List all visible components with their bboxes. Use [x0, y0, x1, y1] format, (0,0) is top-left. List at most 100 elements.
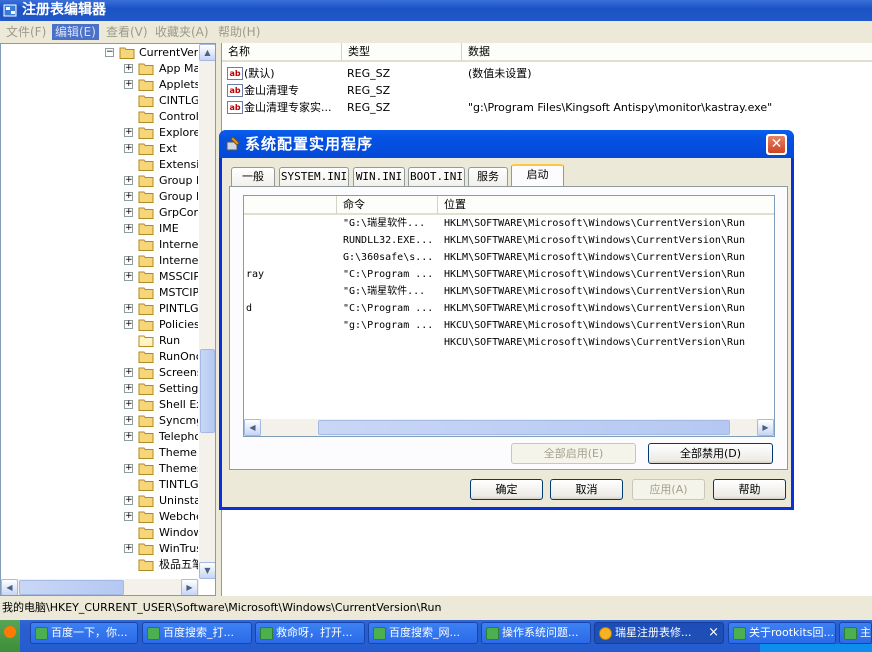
- cancel-button[interactable]: 取消: [550, 479, 623, 500]
- tree-horizontal-scrollbar[interactable]: ◀ ▶: [1, 579, 199, 595]
- tree-item[interactable]: Extensic: [1, 157, 198, 173]
- taskbar-item[interactable]: 百度搜索_打...: [142, 622, 252, 644]
- value-row[interactable]: ab (默认) REG_SZ (数值未设置): [222, 65, 822, 82]
- tree-item[interactable]: + WinTrus: [1, 541, 198, 557]
- expand-icon[interactable]: +: [124, 224, 133, 233]
- tab-services[interactable]: 服务: [468, 167, 508, 186]
- column-header-data[interactable]: 数据: [462, 43, 872, 62]
- column-header-name[interactable]: 名称: [222, 43, 342, 62]
- expand-icon[interactable]: +: [124, 208, 133, 217]
- taskbar-item[interactable]: 百度搜索_网...: [368, 622, 478, 644]
- tree-item[interactable]: + Themes: [1, 461, 198, 477]
- column-header-type[interactable]: 类型: [342, 43, 462, 62]
- tab-general[interactable]: 一般: [231, 167, 275, 186]
- startup-horizontal-scrollbar[interactable]: ◀ ▶: [244, 419, 774, 436]
- startup-hscroll-thumb[interactable]: [318, 420, 730, 435]
- scroll-right-icon[interactable]: ▶: [757, 419, 774, 436]
- ok-button[interactable]: 确定: [470, 479, 543, 500]
- expand-icon[interactable]: +: [124, 496, 133, 505]
- registry-tree[interactable]: − CurrentVers + App Mar + Applets CINTLGI Con…: [0, 43, 216, 596]
- tree-item[interactable]: Window: [1, 525, 198, 541]
- taskbar-item-active[interactable]: 瑞星注册表修... ×: [594, 622, 724, 644]
- tree-item-currentversion[interactable]: − CurrentVers: [1, 45, 198, 61]
- column-header-item[interactable]: [244, 196, 337, 215]
- expand-icon[interactable]: +: [124, 176, 133, 185]
- tree-item[interactable]: + Policies: [1, 317, 198, 333]
- tree-item[interactable]: + Ext: [1, 141, 198, 157]
- scroll-down-icon[interactable]: ▼: [199, 562, 215, 579]
- tree-item[interactable]: + IME: [1, 221, 198, 237]
- tree-item[interactable]: TINTLGI: [1, 477, 198, 493]
- tree-item[interactable]: + Applets: [1, 77, 198, 93]
- startup-list[interactable]: 命令 位置 "G:\瑞星软件... HKLM\SOFTWARE\Microsoft…: [243, 195, 775, 437]
- taskbar-item[interactable]: 关于rootkits回...: [728, 622, 836, 644]
- column-header-command[interactable]: 命令: [337, 196, 438, 215]
- expand-icon[interactable]: +: [124, 512, 133, 521]
- expand-icon[interactable]: +: [124, 80, 133, 89]
- startup-row[interactable]: "G:\瑞星软件... HKLM\SOFTWARE\Microsoft\Windo…: [244, 283, 774, 300]
- expand-icon[interactable]: +: [124, 544, 133, 553]
- startup-row[interactable]: "G:\瑞星软件... HKLM\SOFTWARE\Microsoft\Windo…: [244, 215, 774, 232]
- column-header-location[interactable]: 位置: [438, 196, 774, 215]
- tree-item[interactable]: Controls: [1, 109, 198, 125]
- title-bar[interactable]: 注册表编辑器: [0, 0, 872, 21]
- tree-vscroll-thumb[interactable]: [200, 349, 215, 433]
- tree-item[interactable]: + Explorer: [1, 125, 198, 141]
- value-row[interactable]: ab 金山清理专 REG_SZ: [222, 82, 822, 99]
- startup-row[interactable]: ray "C:\Program ... HKLM\SOFTWARE\Microsof…: [244, 266, 774, 283]
- dialog-title-bar[interactable]: 系统配置实用程序 ✕: [219, 130, 794, 158]
- scroll-left-icon[interactable]: ◀: [1, 579, 18, 595]
- startup-row[interactable]: "g:\Program ... HKCU\SOFTWARE\Microsoft\W…: [244, 317, 774, 334]
- expand-icon[interactable]: +: [124, 256, 133, 265]
- menu-file[interactable]: 文件(F): [3, 24, 49, 40]
- taskbar-item[interactable]: 操作系统问题...: [481, 622, 591, 644]
- tree-hscroll-thumb[interactable]: [19, 580, 124, 595]
- tree-item[interactable]: + GrpConv: [1, 205, 198, 221]
- tree-vertical-scrollbar[interactable]: ▲ ▼: [199, 44, 215, 579]
- startup-row[interactable]: HKCU\SOFTWARE\Microsoft\Windows\CurrentV…: [244, 334, 774, 351]
- tree-item[interactable]: + Telepho: [1, 429, 198, 445]
- value-row[interactable]: ab 金山清理专家实... REG_SZ "g:\Program Files\K…: [222, 99, 822, 116]
- scroll-right-icon[interactable]: ▶: [181, 579, 198, 595]
- dialog-close-button[interactable]: ✕: [766, 134, 787, 155]
- tree-item[interactable]: + Shell Ext: [1, 397, 198, 413]
- tree-item[interactable]: + Screens: [1, 365, 198, 381]
- expand-icon[interactable]: +: [124, 384, 133, 393]
- tree-item[interactable]: + Uninstal: [1, 493, 198, 509]
- expand-icon[interactable]: +: [124, 464, 133, 473]
- expand-icon[interactable]: +: [124, 432, 133, 441]
- menu-favorites[interactable]: 收藏夹(A): [152, 24, 212, 40]
- tree-item[interactable]: + Syncmgr: [1, 413, 198, 429]
- scroll-left-icon[interactable]: ◀: [244, 419, 261, 436]
- expand-icon[interactable]: +: [124, 192, 133, 201]
- expand-icon[interactable]: +: [124, 128, 133, 137]
- tree-item[interactable]: MSTCIPI: [1, 285, 198, 301]
- startup-row[interactable]: RUNDLL32.EXE... HKLM\SOFTWARE\Microsoft\W…: [244, 232, 774, 249]
- tree-item[interactable]: Internet: [1, 237, 198, 253]
- apply-button[interactable]: 应用(A): [632, 479, 705, 500]
- expand-icon[interactable]: +: [124, 304, 133, 313]
- taskbar-item[interactable]: 百度一下，你...: [30, 622, 138, 644]
- expand-icon[interactable]: +: [124, 144, 133, 153]
- tab-win-ini[interactable]: WIN.INI: [353, 167, 405, 186]
- tree-item[interactable]: + Group P: [1, 189, 198, 205]
- collapse-icon[interactable]: −: [105, 48, 114, 57]
- tab-boot-ini[interactable]: BOOT.INI: [408, 167, 465, 186]
- tree-item[interactable]: 极品五笔: [1, 557, 198, 573]
- menu-edit[interactable]: 编辑(E): [52, 24, 99, 40]
- disable-all-button[interactable]: 全部禁用(D): [648, 443, 773, 464]
- tree-item[interactable]: + Settings: [1, 381, 198, 397]
- enable-all-button[interactable]: 全部启用(E): [511, 443, 636, 464]
- taskbar-item[interactable]: 主: [839, 622, 872, 644]
- startup-row[interactable]: d "C:\Program ... HKLM\SOFTWARE\Microsoft\…: [244, 300, 774, 317]
- close-tab-icon[interactable]: ×: [708, 623, 719, 643]
- expand-icon[interactable]: +: [124, 272, 133, 281]
- tree-item[interactable]: + Internet: [1, 253, 198, 269]
- expand-icon[interactable]: +: [124, 64, 133, 73]
- taskbar-item[interactable]: 救命呀，打开...: [255, 622, 365, 644]
- tree-item[interactable]: CINTLGI: [1, 93, 198, 109]
- start-button[interactable]: [0, 620, 20, 652]
- tab-startup[interactable]: 启动: [511, 164, 564, 187]
- expand-icon[interactable]: +: [124, 416, 133, 425]
- expand-icon[interactable]: +: [124, 400, 133, 409]
